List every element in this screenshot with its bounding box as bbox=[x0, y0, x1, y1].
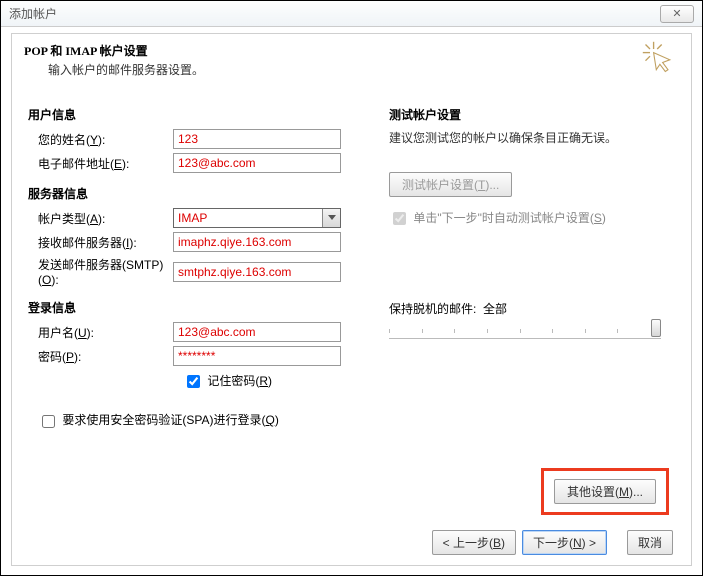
window-title: 添加帐户 bbox=[9, 1, 57, 27]
outgoing-server-input[interactable] bbox=[173, 262, 341, 282]
auto-test-checkbox[interactable] bbox=[393, 212, 406, 225]
right-column: 测试帐户设置 建议您测试您的帐户以确保条目正确无误。 测试帐户设置(T)... … bbox=[373, 102, 675, 431]
left-column: 用户信息 您的姓名(Y): 电子邮件地址(E): 服务器信息 帐户类型(A): … bbox=[28, 102, 373, 431]
offline-mail-value: 全部 bbox=[483, 302, 507, 316]
auto-test-label: 单击"下一步"时自动测试帐户设置(S) bbox=[413, 211, 606, 225]
test-account-button[interactable]: 测试帐户设置(T)... bbox=[389, 172, 512, 197]
offline-mail-label: 保持脱机的邮件: bbox=[389, 302, 476, 316]
email-input[interactable] bbox=[173, 153, 341, 173]
main-panel: 用户信息 您的姓名(Y): 电子邮件地址(E): 服务器信息 帐户类型(A): … bbox=[11, 88, 692, 566]
spa-checkbox[interactable] bbox=[42, 415, 55, 428]
offline-mail-slider[interactable] bbox=[389, 323, 661, 339]
cursor-click-icon bbox=[641, 40, 677, 76]
account-type-value: IMAP bbox=[174, 209, 322, 227]
more-settings-button[interactable]: 其他设置(M)... bbox=[554, 479, 656, 504]
section-server-info: 服务器信息 bbox=[28, 185, 373, 202]
email-label: 电子邮件地址(E): bbox=[28, 155, 173, 172]
incoming-server-input[interactable] bbox=[173, 232, 341, 252]
outgoing-label: 发送邮件服务器(SMTP)(O): bbox=[28, 256, 173, 287]
name-label: 您的姓名(Y): bbox=[28, 131, 173, 148]
password-label: 密码(P): bbox=[28, 348, 173, 365]
username-label: 用户名(U): bbox=[28, 324, 173, 341]
offline-mail-row: 保持脱机的邮件: 全部 bbox=[389, 300, 675, 339]
close-button[interactable]: ✕ bbox=[660, 5, 694, 23]
name-input[interactable] bbox=[173, 129, 341, 149]
password-input[interactable] bbox=[173, 346, 341, 366]
username-input[interactable] bbox=[173, 322, 341, 342]
header-title: POP 和 IMAP 帐户设置 bbox=[24, 42, 679, 59]
header-panel: POP 和 IMAP 帐户设置 输入帐户的邮件服务器设置。 bbox=[11, 33, 692, 88]
header-subtitle: 输入帐户的邮件服务器设置。 bbox=[48, 61, 679, 78]
more-settings-highlight: 其他设置(M)... bbox=[541, 468, 669, 515]
remember-password-checkbox[interactable] bbox=[187, 375, 200, 388]
remember-password-row: 记住密码(R) bbox=[183, 372, 373, 391]
section-login-info: 登录信息 bbox=[28, 299, 373, 316]
close-icon: ✕ bbox=[672, 1, 681, 27]
incoming-label: 接收邮件服务器(I): bbox=[28, 234, 173, 251]
slider-thumb[interactable] bbox=[651, 319, 661, 337]
spa-label: 要求使用安全密码验证(SPA)进行登录(Q) bbox=[62, 413, 278, 427]
test-description: 建议您测试您的帐户以确保条目正确无误。 bbox=[389, 129, 675, 146]
wizard-footer: < 上一步(B) 下一步(N) > 取消 bbox=[432, 530, 673, 555]
cancel-button[interactable]: 取消 bbox=[627, 530, 673, 555]
account-type-select[interactable]: IMAP bbox=[173, 208, 341, 228]
titlebar: 添加帐户 ✕ bbox=[1, 1, 702, 27]
back-button[interactable]: < 上一步(B) bbox=[432, 530, 516, 555]
next-button[interactable]: 下一步(N) > bbox=[522, 530, 607, 555]
remember-password-label: 记住密码(R) bbox=[207, 374, 272, 388]
chevron-down-icon bbox=[322, 209, 340, 227]
account-type-label: 帐户类型(A): bbox=[28, 210, 173, 227]
section-test-account: 测试帐户设置 bbox=[389, 106, 675, 123]
section-user-info: 用户信息 bbox=[28, 106, 373, 123]
